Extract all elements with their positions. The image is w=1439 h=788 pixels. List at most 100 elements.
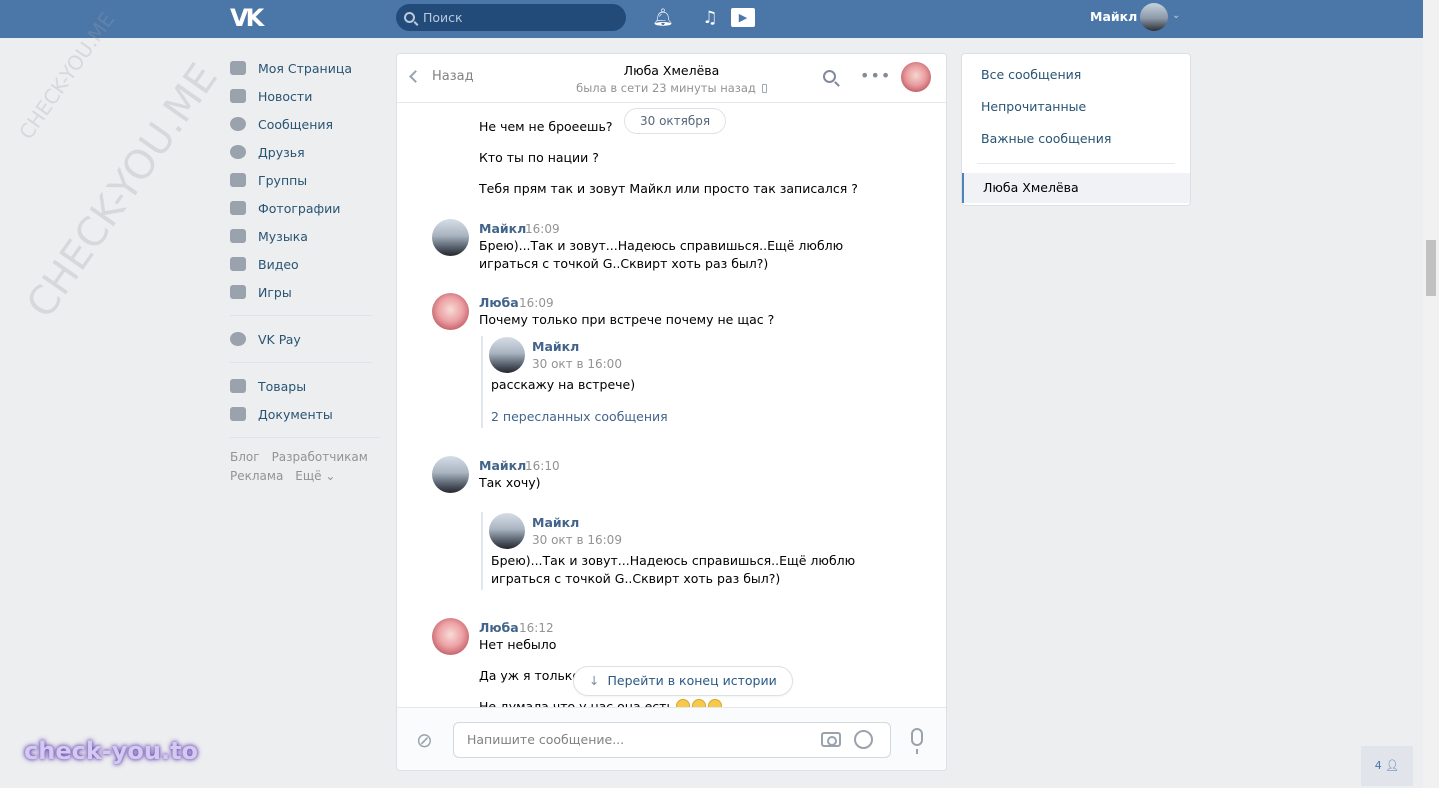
user-icon: 👤︎: [1385, 759, 1400, 772]
jump-to-end-button[interactable]: ↓ Перейти в конец истории: [573, 666, 793, 696]
sidebar-item-goods[interactable]: Товары: [230, 372, 380, 400]
search-placeholder: Поиск: [423, 10, 463, 25]
avatar[interactable]: [432, 219, 469, 256]
camera-icon: [230, 201, 246, 215]
forwarded-author[interactable]: Майкл: [532, 339, 579, 354]
forwarded-date[interactable]: 30 окт в 16:09: [532, 533, 622, 547]
message-text: играться с точкой G..Сквирт хоть раз был…: [479, 256, 769, 271]
forward-bar: [481, 512, 483, 590]
message-author[interactable]: Люба: [479, 295, 519, 310]
search-icon[interactable]: [823, 70, 836, 83]
music-icon[interactable]: ♫: [699, 7, 721, 29]
chat-header: Назад Люба Хмелёва была в сети 23 минуты…: [397, 54, 946, 103]
avatar[interactable]: [489, 337, 525, 373]
message-text: Нет небыло: [479, 637, 557, 652]
film-icon: [230, 257, 246, 271]
avatar[interactable]: [432, 293, 469, 330]
divider: [230, 315, 372, 316]
message-text: Кто ты по нации ?: [479, 150, 599, 165]
scrollbar[interactable]: [1423, 0, 1439, 788]
message-history[interactable]: Не чем не броеешь? 30 октября Кто ты по …: [397, 103, 946, 707]
sidebar-item-label: Новости: [258, 88, 313, 104]
avatar[interactable]: [489, 513, 525, 549]
phone-icon: [761, 84, 767, 93]
sidebar-item-friends[interactable]: Друзья: [230, 138, 380, 166]
message-text: Тебя прям так и зовут Майкл или просто т…: [479, 181, 858, 196]
sidebar-item-label: Сообщения: [258, 116, 334, 132]
sidebar-item-label: Документы: [258, 406, 333, 422]
vkpay-icon: [230, 332, 246, 346]
attach-icon[interactable]: ⊘: [416, 728, 436, 752]
forward-bar: [481, 336, 483, 428]
top-header: VK Поиск 🔔︎ ♫ ▶ Майкл ⌄: [0, 0, 1423, 38]
date-pill: 30 октября: [624, 108, 727, 134]
message-time[interactable]: 16:09: [525, 222, 560, 236]
search-icon: [404, 12, 415, 23]
message-text: Не думала что у нас она есть: [479, 698, 722, 707]
sidebar-item-my-page[interactable]: Моя Страница: [230, 54, 380, 82]
online-count: 4: [1374, 759, 1382, 772]
groups-icon: [230, 173, 246, 187]
more-icon[interactable]: •••: [860, 66, 891, 85]
filter-important[interactable]: Важные сообщения: [962, 128, 1190, 160]
home-icon: [230, 61, 246, 75]
filter-unread[interactable]: Непрочитанные: [962, 96, 1190, 128]
chevron-down-icon[interactable]: ⌄: [1172, 10, 1180, 21]
filter-active-conversation[interactable]: Люба Хмелёва: [962, 173, 1190, 203]
chat-panel: Назад Люба Хмелёва была в сети 23 минуты…: [396, 53, 947, 771]
message-text: Не чем не броеешь?: [479, 119, 613, 134]
peer-status-text: была в сети 23 минуты назад: [576, 81, 756, 95]
avatar[interactable]: [432, 618, 469, 655]
sidebar-item-photos[interactable]: Фотографии: [230, 194, 380, 222]
forwarded-messages-link[interactable]: 2 пересланных сообщения: [491, 409, 668, 424]
footer-link-developers[interactable]: Разработчикам: [272, 450, 368, 464]
sidebar-item-news[interactable]: Новости: [230, 82, 380, 110]
video-icon[interactable]: ▶: [731, 8, 755, 27]
divider: [230, 437, 380, 438]
message-author[interactable]: Люба: [479, 620, 519, 635]
message-time[interactable]: 16:10: [525, 459, 560, 473]
avatar[interactable]: [432, 456, 469, 493]
filter-all[interactable]: Все сообщения: [962, 64, 1190, 96]
sidebar-item-label: VK Pay: [258, 331, 301, 347]
avatar[interactable]: [1140, 3, 1168, 31]
forwarded-text: расскажу на встрече): [491, 377, 636, 392]
sidebar-item-label: Музыка: [258, 228, 308, 244]
message-composer: ⊘ Напишите сообщение...: [397, 707, 946, 770]
online-friends-button[interactable]: 4 👤︎: [1361, 746, 1413, 786]
jump-label: Перейти в конец истории: [607, 673, 777, 688]
scrollbar-thumb[interactable]: [1426, 240, 1436, 296]
message-time[interactable]: 16:09: [519, 296, 554, 310]
forwarded-date[interactable]: 30 окт в 16:00: [532, 357, 622, 371]
sidebar-item-label: Моя Страница: [258, 60, 352, 76]
sidebar-item-messages[interactable]: Сообщения: [230, 110, 380, 138]
message-text: Да уж я только: [479, 668, 581, 683]
sidebar-item-label: Друзья: [258, 144, 305, 160]
sidebar-item-documents[interactable]: Документы: [230, 400, 380, 428]
vk-logo-icon[interactable]: VK: [230, 4, 266, 32]
message-author[interactable]: Майкл: [479, 221, 526, 236]
message-author[interactable]: Майкл: [479, 458, 526, 473]
sidebar-item-games[interactable]: Игры: [230, 278, 380, 306]
footer-link-blog[interactable]: Блог: [230, 450, 260, 464]
search-input[interactable]: Поиск: [396, 4, 626, 31]
footer-link-ads[interactable]: Реклама: [230, 469, 283, 483]
mic-icon[interactable]: [911, 728, 923, 754]
sidebar-item-label: Игры: [258, 284, 292, 300]
left-navigation: Моя Страница Новости Сообщения Друзья Гр…: [230, 54, 380, 486]
smile-icon[interactable]: [854, 730, 873, 749]
peer-avatar[interactable]: [901, 62, 931, 92]
sidebar-item-music[interactable]: Музыка: [230, 222, 380, 250]
forwarded-text: Брею)...Так и зовут...Надеюсь справишься…: [491, 553, 856, 568]
footer-link-more[interactable]: Ещё ⌄: [295, 469, 335, 483]
emoji-icon: [675, 699, 690, 707]
sidebar-item-groups[interactable]: Группы: [230, 166, 380, 194]
forwarded-author[interactable]: Майкл: [532, 515, 579, 530]
sidebar-item-video[interactable]: Видео: [230, 250, 380, 278]
bell-icon[interactable]: 🔔︎: [652, 7, 674, 29]
message-time[interactable]: 16:12: [519, 621, 554, 635]
user-name[interactable]: Майкл: [1090, 9, 1137, 24]
message-filters: Все сообщения Непрочитанные Важные сообщ…: [961, 53, 1191, 206]
sidebar-item-vkpay[interactable]: VK Pay: [230, 325, 380, 353]
camera-icon[interactable]: [821, 732, 841, 747]
